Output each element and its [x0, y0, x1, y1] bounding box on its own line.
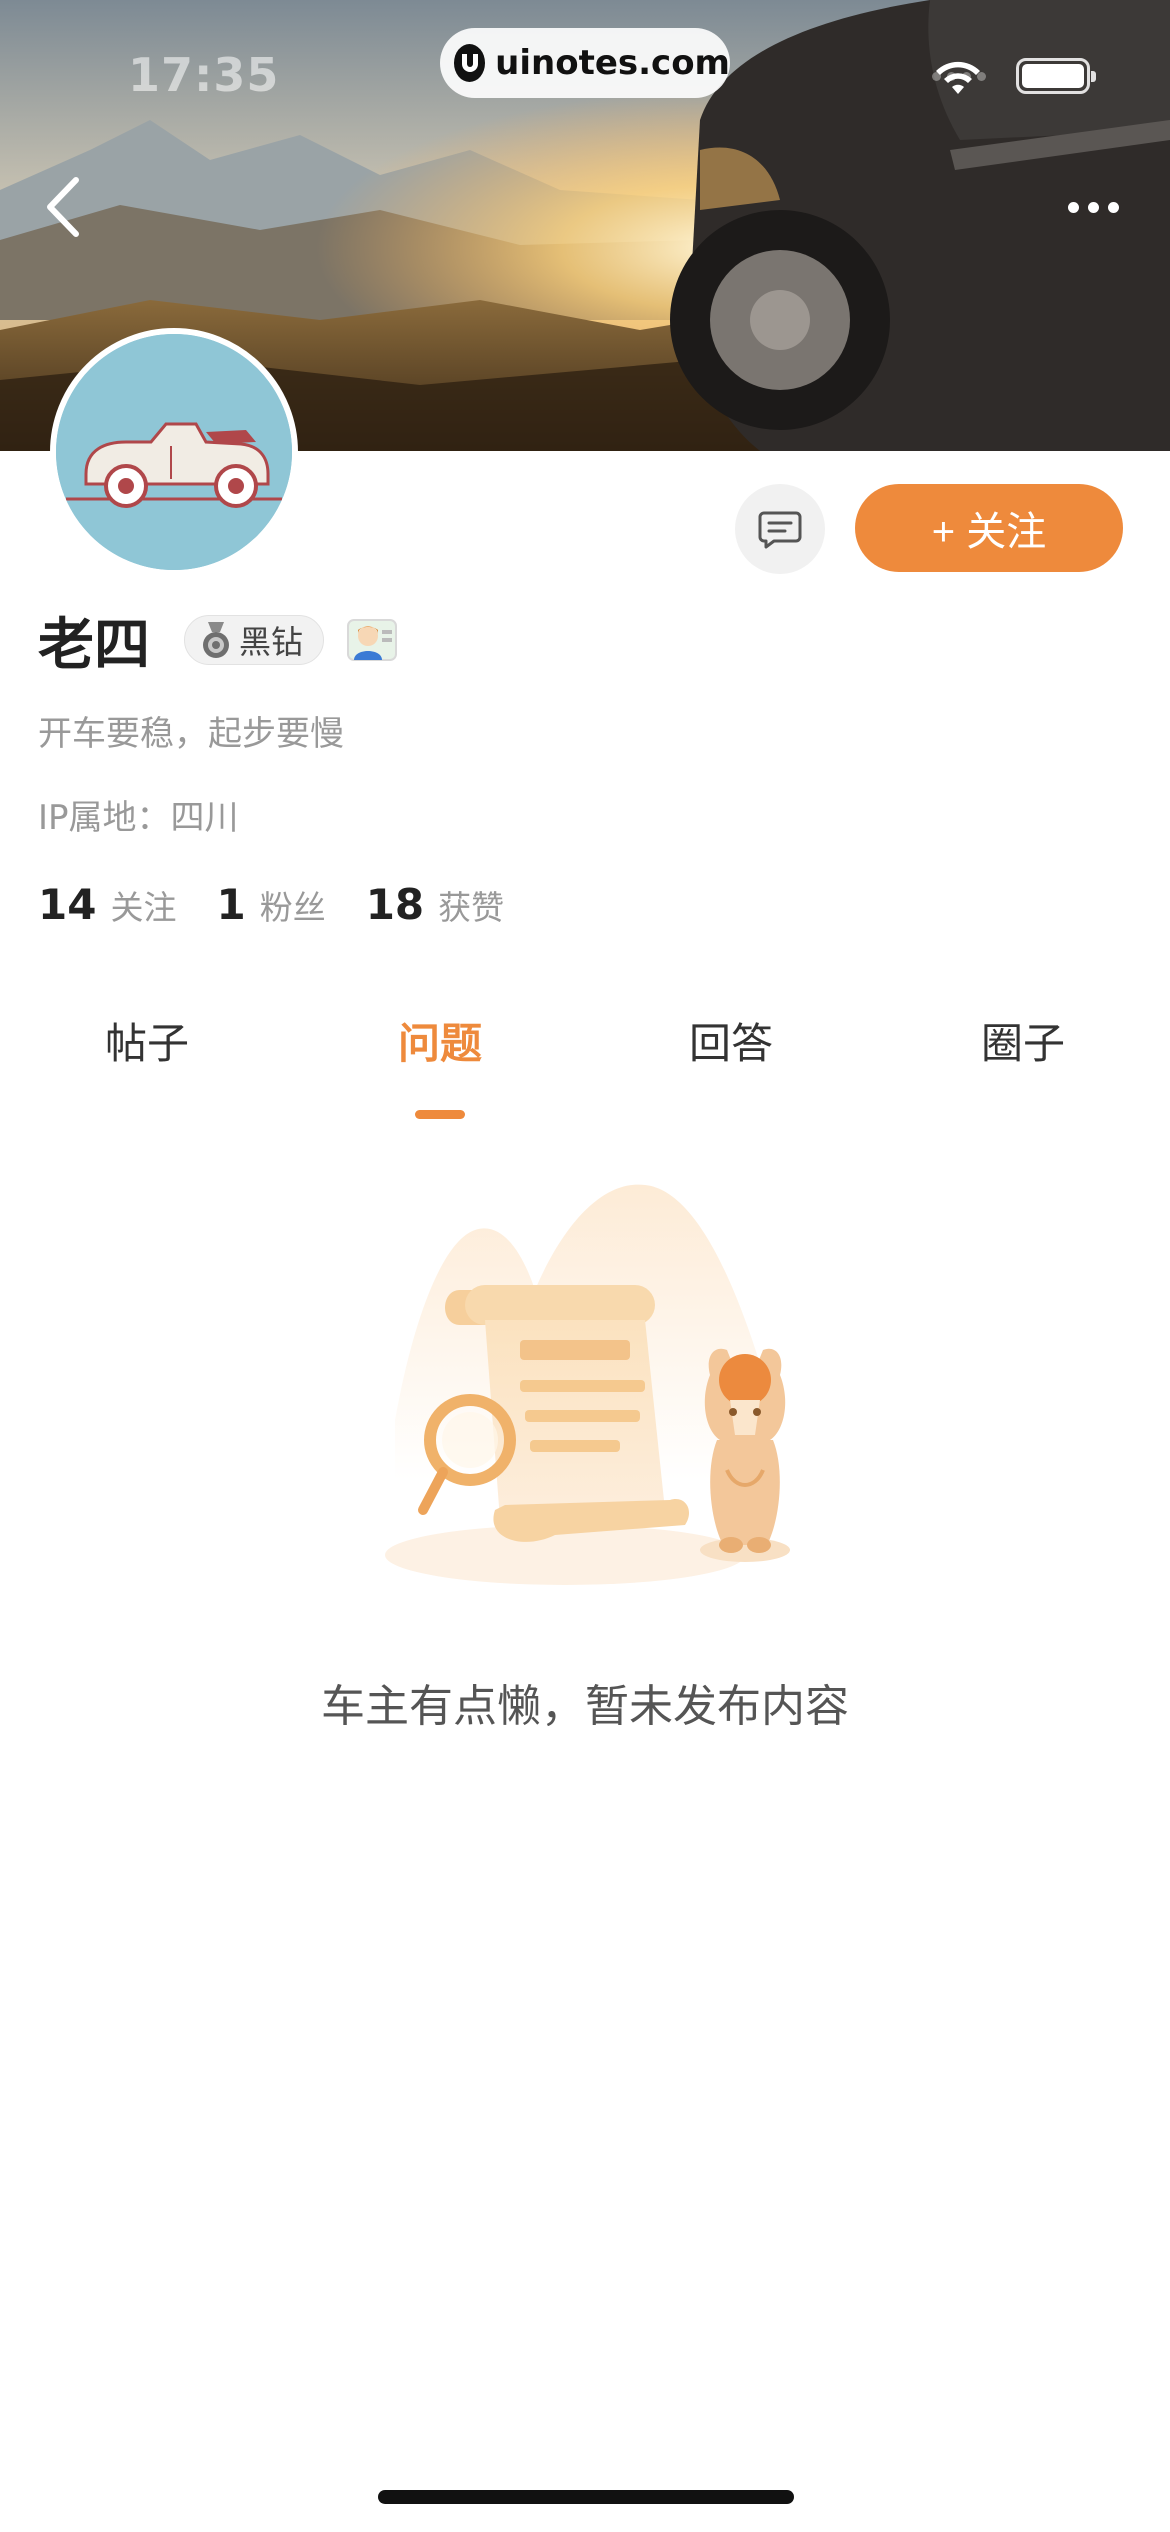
user-bio: 开车要稳，起步要慢: [38, 714, 344, 754]
watermark-logo-icon: [454, 44, 486, 82]
stat-following[interactable]: 14 关注: [38, 880, 176, 929]
status-indicators: [932, 58, 1096, 94]
stat-followers[interactable]: 1 粉丝: [216, 880, 325, 929]
name-row: 老四 黑钻: [38, 600, 398, 680]
back-button[interactable]: [38, 172, 88, 242]
empty-state-message: 车主有点懒，暂未发布内容: [321, 1681, 849, 1732]
medal-icon: [203, 622, 229, 658]
car-avatar-icon: [56, 334, 292, 570]
stat-likes[interactable]: 18 获赞: [366, 880, 504, 929]
follow-button[interactable]: + 关注: [855, 484, 1123, 572]
more-dots-icon: [1067, 201, 1079, 213]
profile-page: 17:35 uinotes.com + 关注 老四 黑钻 开车要稳，起步要慢 I…: [0, 0, 1170, 2532]
tab-answers[interactable]: 回答: [641, 1010, 821, 1071]
level-badge[interactable]: 黑钻: [184, 615, 325, 665]
watermark: uinotes.com: [440, 28, 730, 98]
stats-row: 14 关注 1 粉丝 18 获赞: [38, 880, 544, 929]
tab-circles[interactable]: 圈子: [933, 1010, 1113, 1071]
status-time: 17:35: [128, 48, 280, 102]
tab-posts[interactable]: 帖子: [57, 1010, 237, 1071]
empty-state-illustration: [385, 1184, 790, 1585]
message-button[interactable]: [735, 484, 825, 574]
content-tabs: 帖子 问题 回答 圈子: [0, 1010, 1170, 1120]
user-name: 老四: [38, 612, 150, 678]
home-indicator[interactable]: [378, 2490, 794, 2504]
chevron-left-icon: [47, 177, 79, 237]
stat-value: 18: [365, 880, 425, 929]
driver-license-icon[interactable]: [346, 614, 398, 666]
more-button[interactable]: [1058, 192, 1128, 222]
stat-value: 1: [216, 880, 246, 929]
message-icon: [758, 511, 802, 549]
stat-label: 关注: [110, 888, 177, 927]
avatar[interactable]: [50, 328, 298, 576]
ip-location: IP属地：四川: [38, 798, 239, 838]
stat-label: 获赞: [438, 888, 505, 927]
wifi-icon: [936, 61, 980, 94]
battery-icon: [1016, 58, 1096, 94]
active-tab-indicator: [415, 1110, 465, 1119]
stat-value: 14: [38, 880, 97, 929]
badge-label: 黑钻: [239, 623, 304, 661]
stat-label: 粉丝: [259, 888, 326, 927]
watermark-text: uinotes.com: [495, 43, 730, 83]
tab-questions[interactable]: 问题: [350, 1010, 530, 1071]
